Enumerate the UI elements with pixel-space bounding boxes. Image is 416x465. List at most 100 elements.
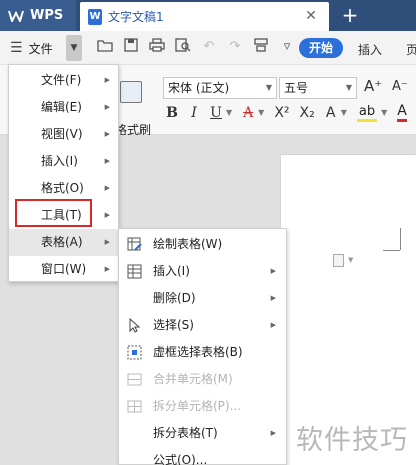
- menu-item-view[interactable]: 视图(V) ▶: [9, 121, 118, 148]
- font-size-select[interactable]: 五号 ▼: [279, 77, 357, 99]
- menu-item-label: 表格(A): [41, 235, 83, 249]
- chevron-down-icon[interactable]: ▼: [348, 256, 353, 264]
- submenu-item-split-table[interactable]: 拆分表格(T) ▶: [119, 420, 286, 447]
- superscript-button[interactable]: X²: [274, 105, 289, 121]
- submenu-arrow-icon: ▶: [270, 429, 276, 437]
- redo-icon[interactable]: ↷: [226, 38, 244, 56]
- submenu-arrow-icon: ▶: [104, 211, 110, 219]
- file-dropdown-menu: 文件(F) ▶ 编辑(E) ▶ 视图(V) ▶ 插入(I) ▶ 格式(O) ▶ …: [8, 64, 119, 282]
- page-corner-mark: [383, 250, 400, 251]
- marquee-select-icon: [127, 345, 142, 360]
- submenu-item-label: 公式(O)...: [153, 453, 208, 465]
- wps-logo-icon: [8, 10, 24, 22]
- document-tab-label: 文字文稿1: [108, 10, 164, 24]
- submenu-arrow-icon: ▶: [104, 130, 110, 138]
- menu-item-window[interactable]: 窗口(W) ▶: [9, 256, 118, 283]
- chevron-down-icon[interactable]: ▼: [381, 108, 387, 117]
- submenu-arrow-icon: ▶: [104, 76, 110, 84]
- new-tab-button[interactable]: +: [338, 4, 362, 28]
- submenu-item-label: 拆分单元格(P)...: [153, 399, 242, 413]
- submenu-item-merge-cells[interactable]: 合并单元格(M): [119, 366, 286, 393]
- submenu-item-marquee-select[interactable]: 虚框选择表格(B): [119, 339, 286, 366]
- format-painter-icon: [120, 81, 142, 103]
- bold-button[interactable]: B: [166, 105, 178, 121]
- menu-item-label: 视图(V): [41, 127, 83, 141]
- submenu-item-insert[interactable]: 插入(I) ▶: [119, 258, 286, 285]
- close-tab-icon[interactable]: ✕: [303, 8, 319, 24]
- quick-access-icons: ↶ ↷ ▿: [96, 38, 296, 56]
- file-dropdown-arrow-icon[interactable]: ▼: [66, 35, 82, 61]
- print-preview-icon[interactable]: [174, 38, 192, 56]
- submenu-item-label: 合并单元格(M): [153, 372, 233, 386]
- submenu-item-label: 虚框选择表格(B): [153, 345, 243, 359]
- menu-item-insert[interactable]: 插入(I) ▶: [9, 148, 118, 175]
- insert-table-icon: [127, 264, 142, 279]
- font-name-select[interactable]: 宋体 (正文) ▼: [163, 77, 277, 99]
- submenu-item-label: 删除(D): [153, 291, 196, 305]
- submenu-item-label: 插入(I): [153, 264, 190, 278]
- app-label: WPS: [30, 8, 64, 23]
- italic-button[interactable]: I: [188, 105, 200, 121]
- menu-item-label: 窗口(W): [41, 262, 87, 276]
- menu-item-table[interactable]: 表格(A) ▶: [9, 229, 118, 256]
- grow-font-button[interactable]: A⁺: [364, 77, 382, 95]
- file-menu-button[interactable]: ☰ 文件: [10, 36, 53, 60]
- submenu-item-label: 拆分表格(T): [153, 426, 218, 440]
- subscript-button[interactable]: X₂: [300, 105, 315, 121]
- submenu-item-label: 选择(S): [153, 318, 194, 332]
- chevron-down-icon[interactable]: ▼: [226, 108, 232, 117]
- text-effect-button[interactable]: A: [325, 105, 337, 121]
- save-icon[interactable]: [122, 38, 140, 56]
- menu-item-edit[interactable]: 编辑(E) ▶: [9, 94, 118, 121]
- menu-item-format[interactable]: 格式(O) ▶: [9, 175, 118, 202]
- shrink-font-button[interactable]: A⁻: [392, 79, 408, 94]
- quick-toolbar: ☰ 文件 ▼ ↶ ↷ ▿ 开始 插入 页: [0, 31, 416, 65]
- tab-start[interactable]: 开始: [299, 38, 343, 58]
- undo-icon[interactable]: ↶: [200, 38, 218, 56]
- font-size-value: 五号: [284, 81, 309, 95]
- split-cells-icon: [127, 400, 142, 413]
- submenu-item-delete[interactable]: 删除(D) ▶: [119, 285, 286, 312]
- highlight-box-tools: [15, 199, 92, 227]
- format-painter-button[interactable]: 格式刷: [115, 81, 151, 137]
- strikethrough-button[interactable]: A: [242, 105, 254, 121]
- wps-home-tab[interactable]: WPS: [0, 0, 76, 31]
- submenu-item-select[interactable]: 选择(S) ▶: [119, 312, 286, 339]
- submenu-item-label: 绘制表格(W): [153, 237, 223, 251]
- hamburger-icon: ☰: [10, 40, 23, 56]
- document-tab[interactable]: W 文字文稿1 ✕: [80, 2, 329, 31]
- submenu-arrow-icon: ▶: [104, 265, 110, 273]
- submenu-item-split-cells[interactable]: 拆分单元格(P)...: [119, 393, 286, 420]
- menu-item-label: 编辑(E): [41, 100, 82, 114]
- font-name-value: 宋体 (正文): [168, 81, 230, 95]
- merge-cells-icon: [127, 373, 142, 386]
- menu-item-label: 插入(I): [41, 154, 78, 168]
- submenu-arrow-icon: ▶: [104, 184, 110, 192]
- writer-doc-icon: W: [88, 8, 102, 25]
- format-brush-icon[interactable]: [252, 38, 270, 56]
- submenu-arrow-icon: ▶: [270, 294, 276, 302]
- cursor-arrow-icon: [129, 318, 141, 333]
- submenu-item-formula[interactable]: 公式(O)...: [119, 447, 286, 465]
- table-submenu: 绘制表格(W) 插入(I) ▶ 删除(D) ▶ 选择(S) ▶ 虚框选择表格(B…: [118, 228, 287, 465]
- submenu-arrow-icon: ▶: [104, 157, 110, 165]
- underline-button[interactable]: U: [210, 105, 222, 121]
- open-folder-icon[interactable]: [96, 38, 114, 56]
- page-corner-mark: [400, 228, 401, 250]
- tab-page-layout[interactable]: 页: [406, 41, 416, 58]
- menu-item-label: 格式(O): [41, 181, 84, 195]
- submenu-item-draw-table[interactable]: 绘制表格(W): [119, 231, 286, 258]
- chevron-down-icon: ▼: [265, 83, 272, 92]
- font-color-button[interactable]: A: [397, 103, 407, 122]
- menu-item-label: 文件(F): [41, 73, 82, 87]
- title-bar: WPS W 文字文稿1 ✕ +: [0, 0, 416, 31]
- menu-item-file[interactable]: 文件(F) ▶: [9, 67, 118, 94]
- print-icon[interactable]: [148, 38, 166, 56]
- page-icon[interactable]: [333, 254, 344, 267]
- highlight-button[interactable]: ab: [356, 104, 378, 122]
- customize-toolbar-icon[interactable]: ▿: [278, 38, 296, 56]
- chevron-down-icon[interactable]: ▼: [258, 108, 264, 117]
- tab-insert[interactable]: 插入: [358, 41, 382, 58]
- chevron-down-icon[interactable]: ▼: [341, 108, 347, 117]
- submenu-arrow-icon: ▶: [270, 267, 276, 275]
